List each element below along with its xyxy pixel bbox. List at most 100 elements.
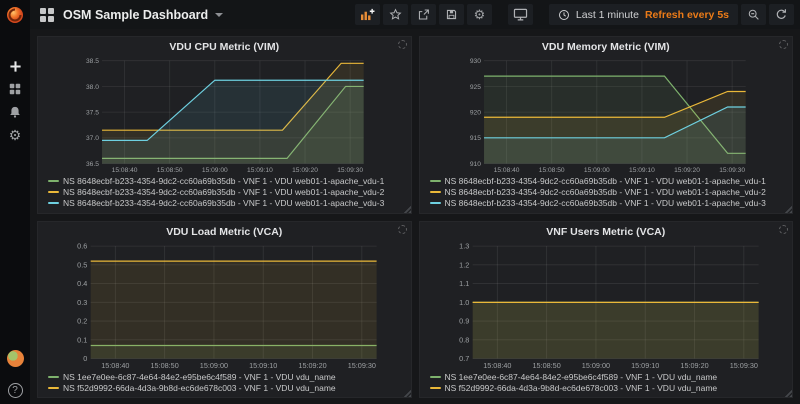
x-tick-label: 15:09:00 (200, 360, 228, 369)
y-tick-label: 0.7 (459, 354, 469, 363)
x-tick-label: 15:09:00 (202, 167, 228, 174)
legend-color-marker (430, 180, 441, 182)
legend-color-marker (48, 191, 59, 193)
legend-label: NS 8648ecbf-b233-4354-9dc2-cc60a69b35db … (445, 187, 766, 197)
chart-legend: NS 1ee7e0ee-6c87-4e64-84e2-e95be6c4f589 … (38, 370, 411, 397)
panel-title[interactable]: VDU Load Metric (VCA) (38, 222, 411, 241)
x-tick-label: 15:09:30 (719, 167, 745, 174)
legend-item[interactable]: NS 1ee7e0ee-6c87-4e64-84e2-e95be6c4f589 … (48, 371, 407, 382)
legend-item[interactable]: NS 8648ecbf-b233-4354-9dc2-cc60a69b35db … (48, 187, 407, 198)
legend-item[interactable]: NS 1ee7e0ee-6c87-4e64-84e2-e95be6c4f589 … (430, 371, 789, 382)
x-tick-label: 15:09:00 (581, 360, 609, 369)
grafana-logo-icon[interactable] (6, 6, 24, 24)
legend-color-marker (48, 202, 59, 204)
x-tick-label: 15:09:20 (292, 167, 318, 174)
alerting-bell-icon[interactable] (7, 104, 23, 120)
x-tick-label: 15:08:50 (538, 167, 564, 174)
y-tick-label: 0.3 (77, 297, 87, 306)
y-tick-label: 38.0 (86, 84, 99, 91)
refresh-button[interactable] (769, 4, 794, 25)
legend-label: NS 1ee7e0ee-6c87-4e64-84e2-e95be6c4f589 … (445, 372, 718, 382)
x-tick-label: 15:09:20 (680, 360, 708, 369)
panel-resize-handle[interactable] (784, 389, 792, 397)
legend-item[interactable]: NS 8648ecbf-b233-4354-9dc2-cc60a69b35db … (48, 198, 407, 209)
chart-legend: NS 8648ecbf-b233-4354-9dc2-cc60a69b35db … (38, 175, 411, 213)
time-range-label: Last 1 minute (576, 9, 639, 21)
panel-vnf-users: VNF Users Metric (VCA) 0.70.80.91.01.11.… (419, 221, 794, 399)
dashboard-title[interactable]: OSM Sample Dashboard (63, 8, 208, 22)
vdu-memory-chart[interactable]: 91091592092593015:08:4015:08:5015:09:001… (420, 56, 793, 175)
vdu-load-chart[interactable]: 00.10.20.30.40.50.615:08:4015:08:5015:09… (38, 241, 411, 371)
vdu-cpu-chart[interactable]: 36.537.037.538.038.515:08:4015:08:5015:0… (38, 56, 411, 175)
legend-item[interactable]: NS f52d9992-66da-4d3a-9b8d-ec6de678c003 … (48, 382, 407, 393)
user-avatar[interactable] (7, 350, 24, 367)
settings-gear-button[interactable]: ⚙ (467, 4, 492, 25)
panel-resize-handle[interactable] (403, 205, 411, 213)
x-tick-label: 15:08:50 (532, 360, 560, 369)
panel-resize-handle[interactable] (784, 205, 792, 213)
x-tick-label: 15:09:00 (583, 167, 609, 174)
refresh-interval-label[interactable]: Refresh every 5s (645, 9, 729, 21)
x-tick-label: 15:09:10 (249, 360, 277, 369)
y-tick-label: 1.0 (459, 297, 469, 306)
chevron-down-icon[interactable] (215, 13, 223, 17)
y-tick-label: 1.2 (459, 260, 469, 269)
x-tick-label: 15:08:40 (101, 360, 129, 369)
add-icon[interactable] (7, 58, 23, 74)
legend-item[interactable]: NS 8648ecbf-b233-4354-9dc2-cc60a69b35db … (430, 198, 789, 209)
y-tick-label: 910 (469, 161, 480, 168)
legend-label: NS 8648ecbf-b233-4354-9dc2-cc60a69b35db … (445, 198, 766, 208)
cycle-view-monitor-button[interactable] (508, 4, 533, 25)
star-button[interactable] (383, 4, 408, 25)
panel-loading-icon (398, 40, 407, 49)
x-tick-label: 15:08:50 (151, 360, 179, 369)
y-tick-label: 920 (469, 109, 480, 116)
x-tick-label: 15:08:50 (157, 167, 183, 174)
y-tick-label: 915 (469, 135, 480, 142)
panel-loading-icon (398, 225, 407, 234)
panel-loading-icon (779, 225, 788, 234)
vnf-users-chart[interactable]: 0.70.80.91.01.11.21.315:08:4015:08:5015:… (420, 241, 793, 371)
add-panel-button[interactable] (355, 4, 380, 25)
legend-item[interactable]: NS 8648ecbf-b233-4354-9dc2-cc60a69b35db … (48, 176, 407, 187)
dashboard-grid: VDU CPU Metric (VIM) 36.537.037.538.038.… (30, 29, 800, 404)
time-picker[interactable]: Last 1 minute Refresh every 5s (549, 4, 738, 25)
y-tick-label: 1.3 (459, 241, 469, 250)
x-tick-label: 15:09:30 (348, 360, 376, 369)
chart-legend: NS 1ee7e0ee-6c87-4e64-84e2-e95be6c4f589 … (420, 370, 793, 397)
dashboards-icon[interactable] (7, 81, 23, 97)
legend-label: NS f52d9992-66da-4d3a-9b8d-ec6de678c003 … (63, 383, 336, 393)
clock-icon (558, 9, 570, 21)
x-tick-label: 15:09:10 (631, 360, 659, 369)
legend-item[interactable]: NS f52d9992-66da-4d3a-9b8d-ec6de678c003 … (430, 382, 789, 393)
help-icon[interactable]: ? (8, 383, 23, 398)
x-tick-label: 15:08:40 (493, 167, 519, 174)
legend-label: NS 8648ecbf-b233-4354-9dc2-cc60a69b35db … (63, 176, 384, 186)
zoom-out-button[interactable] (741, 4, 766, 25)
y-tick-label: 0.4 (77, 279, 87, 288)
x-tick-label: 15:09:10 (247, 167, 273, 174)
panel-loading-icon (779, 40, 788, 49)
y-tick-label: 0.1 (77, 335, 87, 344)
y-tick-label: 0.9 (459, 316, 469, 325)
panel-title[interactable]: VDU CPU Metric (VIM) (38, 37, 411, 56)
legend-label: NS 1ee7e0ee-6c87-4e64-84e2-e95be6c4f589 … (63, 372, 336, 382)
y-tick-label: 0.2 (77, 316, 87, 325)
legend-item[interactable]: NS 8648ecbf-b233-4354-9dc2-cc60a69b35db … (430, 176, 789, 187)
dashboard-picker-grid-icon[interactable] (40, 8, 54, 22)
x-tick-label: 15:09:20 (674, 167, 700, 174)
legend-color-marker (430, 191, 441, 193)
y-tick-label: 37.0 (86, 135, 99, 142)
x-tick-label: 15:08:40 (112, 167, 138, 174)
legend-label: NS 8648ecbf-b233-4354-9dc2-cc60a69b35db … (445, 176, 766, 186)
legend-label: NS 8648ecbf-b233-4354-9dc2-cc60a69b35db … (63, 198, 384, 208)
share-button[interactable] (411, 4, 436, 25)
panel-title[interactable]: VDU Memory Metric (VIM) (420, 37, 793, 56)
legend-item[interactable]: NS 8648ecbf-b233-4354-9dc2-cc60a69b35db … (430, 187, 789, 198)
save-button[interactable] (439, 4, 464, 25)
panel-resize-handle[interactable] (403, 389, 411, 397)
configuration-gear-icon[interactable]: ⚙ (7, 127, 23, 143)
y-tick-label: 925 (469, 84, 480, 91)
panel-title[interactable]: VNF Users Metric (VCA) (420, 222, 793, 241)
legend-color-marker (430, 376, 441, 378)
